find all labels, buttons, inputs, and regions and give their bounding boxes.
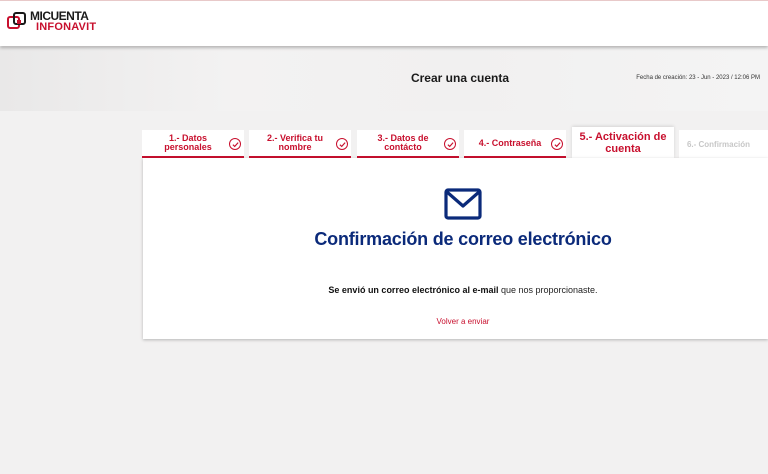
step-label: 1.- Datos personales xyxy=(164,133,212,152)
logo-text-infonavit: INFONAVIT xyxy=(36,21,97,33)
page-header: Crear una cuenta Fecha de creación: 23 -… xyxy=(0,47,768,111)
step-datos-contacto[interactable]: 3.- Datos de contácto xyxy=(357,130,459,158)
check-circle-icon xyxy=(444,138,456,150)
confirmation-message-rest: que nos proporcionaste. xyxy=(498,285,598,295)
confirmation-message-bold: Se envió un correo electrónico al e-mail xyxy=(328,285,499,295)
step-label: 4.- Contraseña xyxy=(478,137,542,148)
step-label: 6.- Confirmación xyxy=(686,139,751,149)
top-bar: MICUENTA INFONAVIT xyxy=(0,0,768,46)
confirmation-card: Confirmación de correo electrónico Se en… xyxy=(143,158,768,339)
confirmation-message: Se envió un correo electrónico al e-mail… xyxy=(143,285,768,295)
confirmation-title: Confirmación de correo electrónico xyxy=(314,229,612,249)
step-verifica-nombre[interactable]: 2.- Verifica tu nombre xyxy=(249,130,351,158)
creation-date: Fecha de creación: 23 - Jun - 2023 / 12:… xyxy=(636,75,760,81)
step-label: 2.- Verifica tu nombre xyxy=(266,133,324,152)
steps-progress: 1.- Datos personales 2.- Verifica tu nom… xyxy=(142,127,768,158)
check-circle-icon xyxy=(229,138,241,150)
step-label: 3.- Datos de contácto xyxy=(377,133,429,152)
micuenta-logo-icon xyxy=(7,12,26,29)
step-label: 5.- Activación de cuenta xyxy=(579,130,667,155)
step-datos-personales[interactable]: 1.- Datos personales xyxy=(142,130,244,158)
step-activacion-cuenta[interactable]: 5.- Activación de cuenta xyxy=(572,127,674,158)
infonavit-logo[interactable]: MICUENTA INFONAVIT xyxy=(6,10,97,37)
resend-link[interactable]: Volver a enviar xyxy=(143,317,768,326)
check-circle-icon xyxy=(551,138,563,150)
step-confirmacion: 6.- Confirmación xyxy=(679,130,768,158)
page-title: Crear una cuenta xyxy=(410,71,510,85)
mail-icon xyxy=(444,188,482,220)
step-contrasena[interactable]: 4.- Contraseña xyxy=(464,130,566,158)
check-circle-icon xyxy=(336,138,348,150)
